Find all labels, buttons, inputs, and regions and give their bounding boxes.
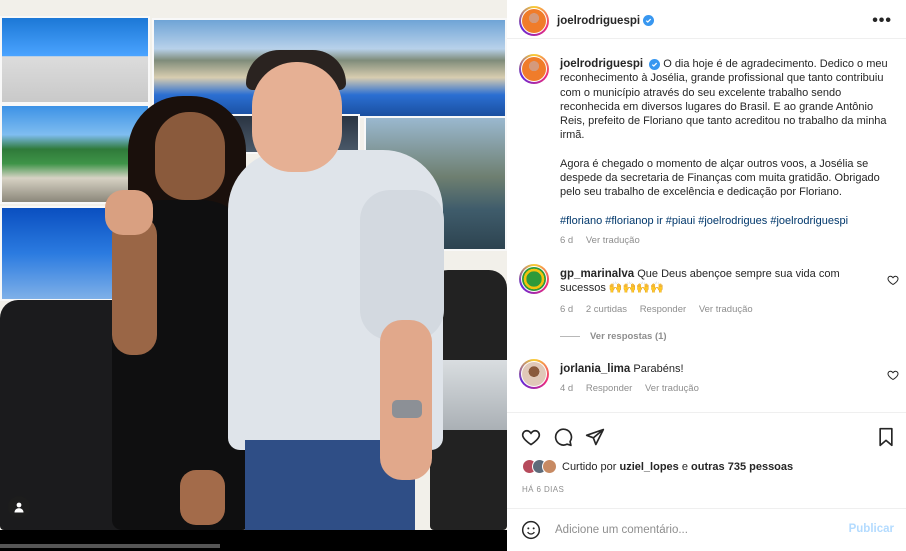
liked-by-others[interactable]: outras 735 pessoas xyxy=(691,461,793,473)
comment-like-heart-icon[interactable] xyxy=(887,369,899,381)
post-side-panel: joelrodriguespi ••• joelrodriguespi O di… xyxy=(507,0,906,551)
caption-hashtags[interactable]: #floriano #florianop ir #piaui #joelrodr… xyxy=(560,214,898,228)
bookmark-icon[interactable] xyxy=(876,427,896,447)
more-options-icon[interactable]: ••• xyxy=(872,12,892,30)
comment-username[interactable]: gp_marinalva xyxy=(560,268,634,280)
horizontal-scrollbar[interactable] xyxy=(0,544,220,548)
comment-translate-link[interactable]: Ver tradução xyxy=(699,304,753,315)
liked-by-prefix: Curtido por xyxy=(562,460,617,473)
add-comment-bar: Publicar xyxy=(507,508,906,551)
verified-badge-icon xyxy=(643,15,655,26)
publish-button[interactable]: Publicar xyxy=(849,523,894,535)
caption-author-avatar[interactable] xyxy=(519,54,549,84)
person-woman-face xyxy=(155,112,225,200)
view-replies-label: Ver respostas (1) xyxy=(590,331,667,342)
post-header: joelrodriguespi ••• xyxy=(507,3,906,39)
post-photo xyxy=(0,0,507,530)
caption-username[interactable]: joelrodriguespi xyxy=(560,58,643,70)
tagged-users-button[interactable] xyxy=(8,496,30,518)
comment-bubble-icon[interactable] xyxy=(553,427,573,447)
comment-time[interactable]: 6 d xyxy=(560,304,573,315)
person-man-hand xyxy=(105,190,153,235)
comment-reply-button[interactable]: Responder xyxy=(640,304,686,315)
caption-translate-link[interactable]: Ver tradução xyxy=(586,235,640,246)
comment-time[interactable]: 4 d xyxy=(560,383,573,394)
replies-divider xyxy=(560,336,580,337)
liked-by-row[interactable]: Curtido por uziel_lopes e outras 735 pes… xyxy=(522,459,793,474)
author-username[interactable]: joelrodriguespi xyxy=(557,15,640,27)
emoji-icon[interactable] xyxy=(521,520,541,540)
comment-username[interactable]: jorlania_lima xyxy=(560,363,630,375)
post-media[interactable] xyxy=(0,0,507,551)
caption-text-p2: Agora é chegado o momento de alçar outro… xyxy=(560,157,880,199)
commenter-avatar[interactable] xyxy=(519,264,549,294)
person-woman-arm xyxy=(112,215,157,355)
author-avatar[interactable] xyxy=(519,5,549,36)
user-icon xyxy=(14,502,24,513)
person-man-face xyxy=(252,62,342,172)
caption-time[interactable]: 6 d xyxy=(560,235,573,246)
comments-list[interactable]: joelrodriguespi O dia hoje é de agradeci… xyxy=(507,40,906,412)
caption-text-p1: O dia hoje é de agradecimento. Dedico o … xyxy=(560,58,888,142)
liked-by-user[interactable]: uziel_lopes xyxy=(619,461,678,473)
wall-picture xyxy=(0,16,150,104)
comment-reply-button[interactable]: Responder xyxy=(586,383,632,394)
liked-by-mid: e xyxy=(681,460,688,473)
wristwatch xyxy=(392,400,422,418)
liker-avatar xyxy=(542,459,557,474)
comment-likes[interactable]: 2 curtidas xyxy=(586,304,627,315)
comment-like-heart-icon[interactable] xyxy=(887,274,899,286)
person-man-sleeve xyxy=(360,190,444,340)
commenter-avatar[interactable] xyxy=(519,359,549,389)
share-paper-plane-icon[interactable] xyxy=(585,427,605,447)
wall-picture xyxy=(0,206,120,301)
like-heart-icon[interactable] xyxy=(521,427,541,447)
add-comment-input[interactable] xyxy=(555,524,835,536)
verified-badge-icon xyxy=(649,59,661,70)
view-replies-button[interactable]: Ver respostas (1) xyxy=(560,331,667,342)
person-woman-hand xyxy=(180,470,225,525)
comment-text: Parabéns! xyxy=(633,363,684,375)
post-date[interactable]: HÁ 6 DIAS xyxy=(522,485,564,494)
post-actions: Curtido por uziel_lopes e outras 735 pes… xyxy=(507,412,906,508)
comment-translate-link[interactable]: Ver tradução xyxy=(645,383,699,394)
